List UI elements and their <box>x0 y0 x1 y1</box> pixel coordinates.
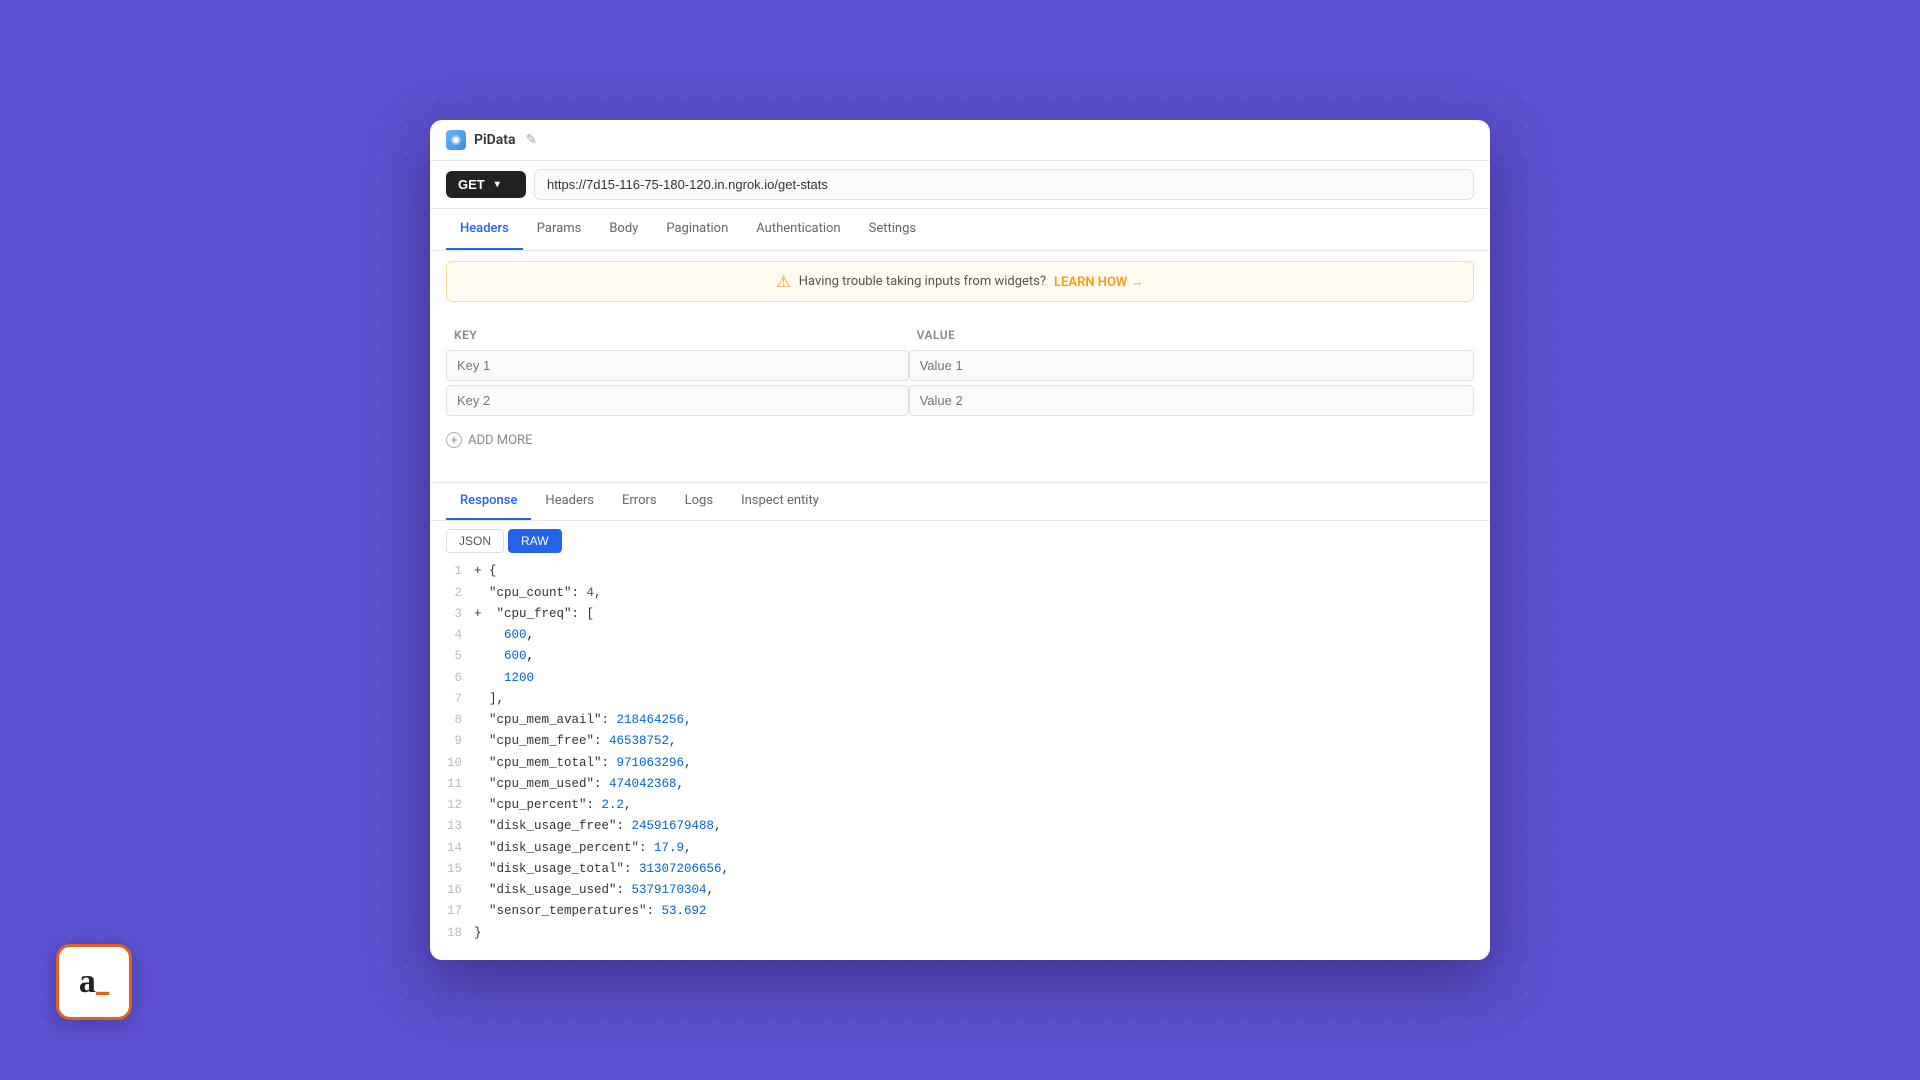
response-section: Response Headers Errors Logs Inspect ent… <box>430 482 1490 960</box>
add-more-button[interactable]: + ADD MORE <box>446 428 1474 452</box>
json-line: 12 "cpu_percent": 2.2, <box>446 795 1474 816</box>
learn-how-link[interactable]: LEARN HOW → <box>1054 274 1144 290</box>
format-buttons: JSON RAW <box>430 521 1490 561</box>
json-line: 6 1200 <box>446 668 1474 689</box>
response-tab-logs[interactable]: Logs <box>671 483 727 520</box>
method-dropdown[interactable]: GET <box>446 171 526 198</box>
app-window: PiData ✎ GET Headers Params Body Paginat… <box>430 120 1490 960</box>
header-row <box>446 383 1474 418</box>
tab-params[interactable]: Params <box>523 209 596 250</box>
header-key-1[interactable] <box>446 350 909 381</box>
json-line: 7 ], <box>446 689 1474 710</box>
tab-pagination[interactable]: Pagination <box>652 209 742 250</box>
header-key-2[interactable] <box>446 385 909 416</box>
json-line: 18 } <box>446 923 1474 944</box>
header-value-2[interactable] <box>909 385 1474 416</box>
json-line: 10 "cpu_mem_total": 971063296, <box>446 753 1474 774</box>
key-column-header: Key <box>446 322 909 348</box>
json-line: 13 "disk_usage_free": 24591679488, <box>446 816 1474 837</box>
response-tab-inspect[interactable]: Inspect entity <box>727 483 833 520</box>
json-line: 15 "disk_usage_total": 31307206656, <box>446 859 1474 880</box>
title-bar: PiData ✎ <box>430 120 1490 161</box>
tab-settings[interactable]: Settings <box>855 209 930 250</box>
json-line: 14 "disk_usage_percent": 17.9, <box>446 838 1474 859</box>
warning-icon: ⚠ <box>776 272 790 291</box>
header-value-1[interactable] <box>909 350 1474 381</box>
format-raw-button[interactable]: RAW <box>508 529 562 553</box>
add-more-icon: + <box>446 432 462 448</box>
response-tabs: Response Headers Errors Logs Inspect ent… <box>430 483 1490 521</box>
json-line: 11 "cpu_mem_used": 474042368, <box>446 774 1474 795</box>
json-line: 16 "disk_usage_used": 5379170304, <box>446 880 1474 901</box>
url-bar: GET <box>430 161 1490 209</box>
tab-headers[interactable]: Headers <box>446 209 523 250</box>
tab-authentication[interactable]: Authentication <box>742 209 854 250</box>
json-line: 4 600, <box>446 625 1474 646</box>
headers-section: Key Value <box>430 312 1490 462</box>
response-tab-errors[interactable]: Errors <box>608 483 671 520</box>
warning-banner: ⚠ Having trouble taking inputs from widg… <box>446 261 1474 302</box>
edit-icon[interactable]: ✎ <box>525 132 537 148</box>
warning-text: Having trouble taking inputs from widget… <box>799 274 1046 289</box>
app-name: PiData <box>474 132 515 148</box>
add-more-label: ADD MORE <box>468 433 532 448</box>
header-row <box>446 348 1474 383</box>
watermark-cursor: _ <box>96 965 109 1000</box>
json-line: 8 "cpu_mem_avail": 218464256, <box>446 710 1474 731</box>
response-tab-response[interactable]: Response <box>446 483 531 520</box>
watermark-letter: a <box>79 963 96 1001</box>
json-viewer: 1 + { 2 "cpu_count": 4, 3 + "cpu_freq": … <box>430 561 1490 960</box>
headers-table: Key Value <box>446 322 1474 418</box>
json-line: 9 "cpu_mem_free": 46538752, <box>446 731 1474 752</box>
tab-body[interactable]: Body <box>595 209 652 250</box>
json-line: 3 + "cpu_freq": [ <box>446 604 1474 625</box>
main-tabs: Headers Params Body Pagination Authentic… <box>430 209 1490 251</box>
response-tab-headers[interactable]: Headers <box>531 483 608 520</box>
json-line: 1 + { <box>446 561 1474 582</box>
json-line: 2 "cpu_count": 4, <box>446 583 1474 604</box>
value-column-header: Value <box>909 322 1474 348</box>
app-icon <box>446 130 466 150</box>
watermark-app: a_ <box>56 944 132 1020</box>
json-line: 17 "sensor_temperatures": 53.692 <box>446 901 1474 922</box>
json-line: 5 600, <box>446 646 1474 667</box>
url-input[interactable] <box>534 169 1474 200</box>
format-json-button[interactable]: JSON <box>446 529 504 553</box>
